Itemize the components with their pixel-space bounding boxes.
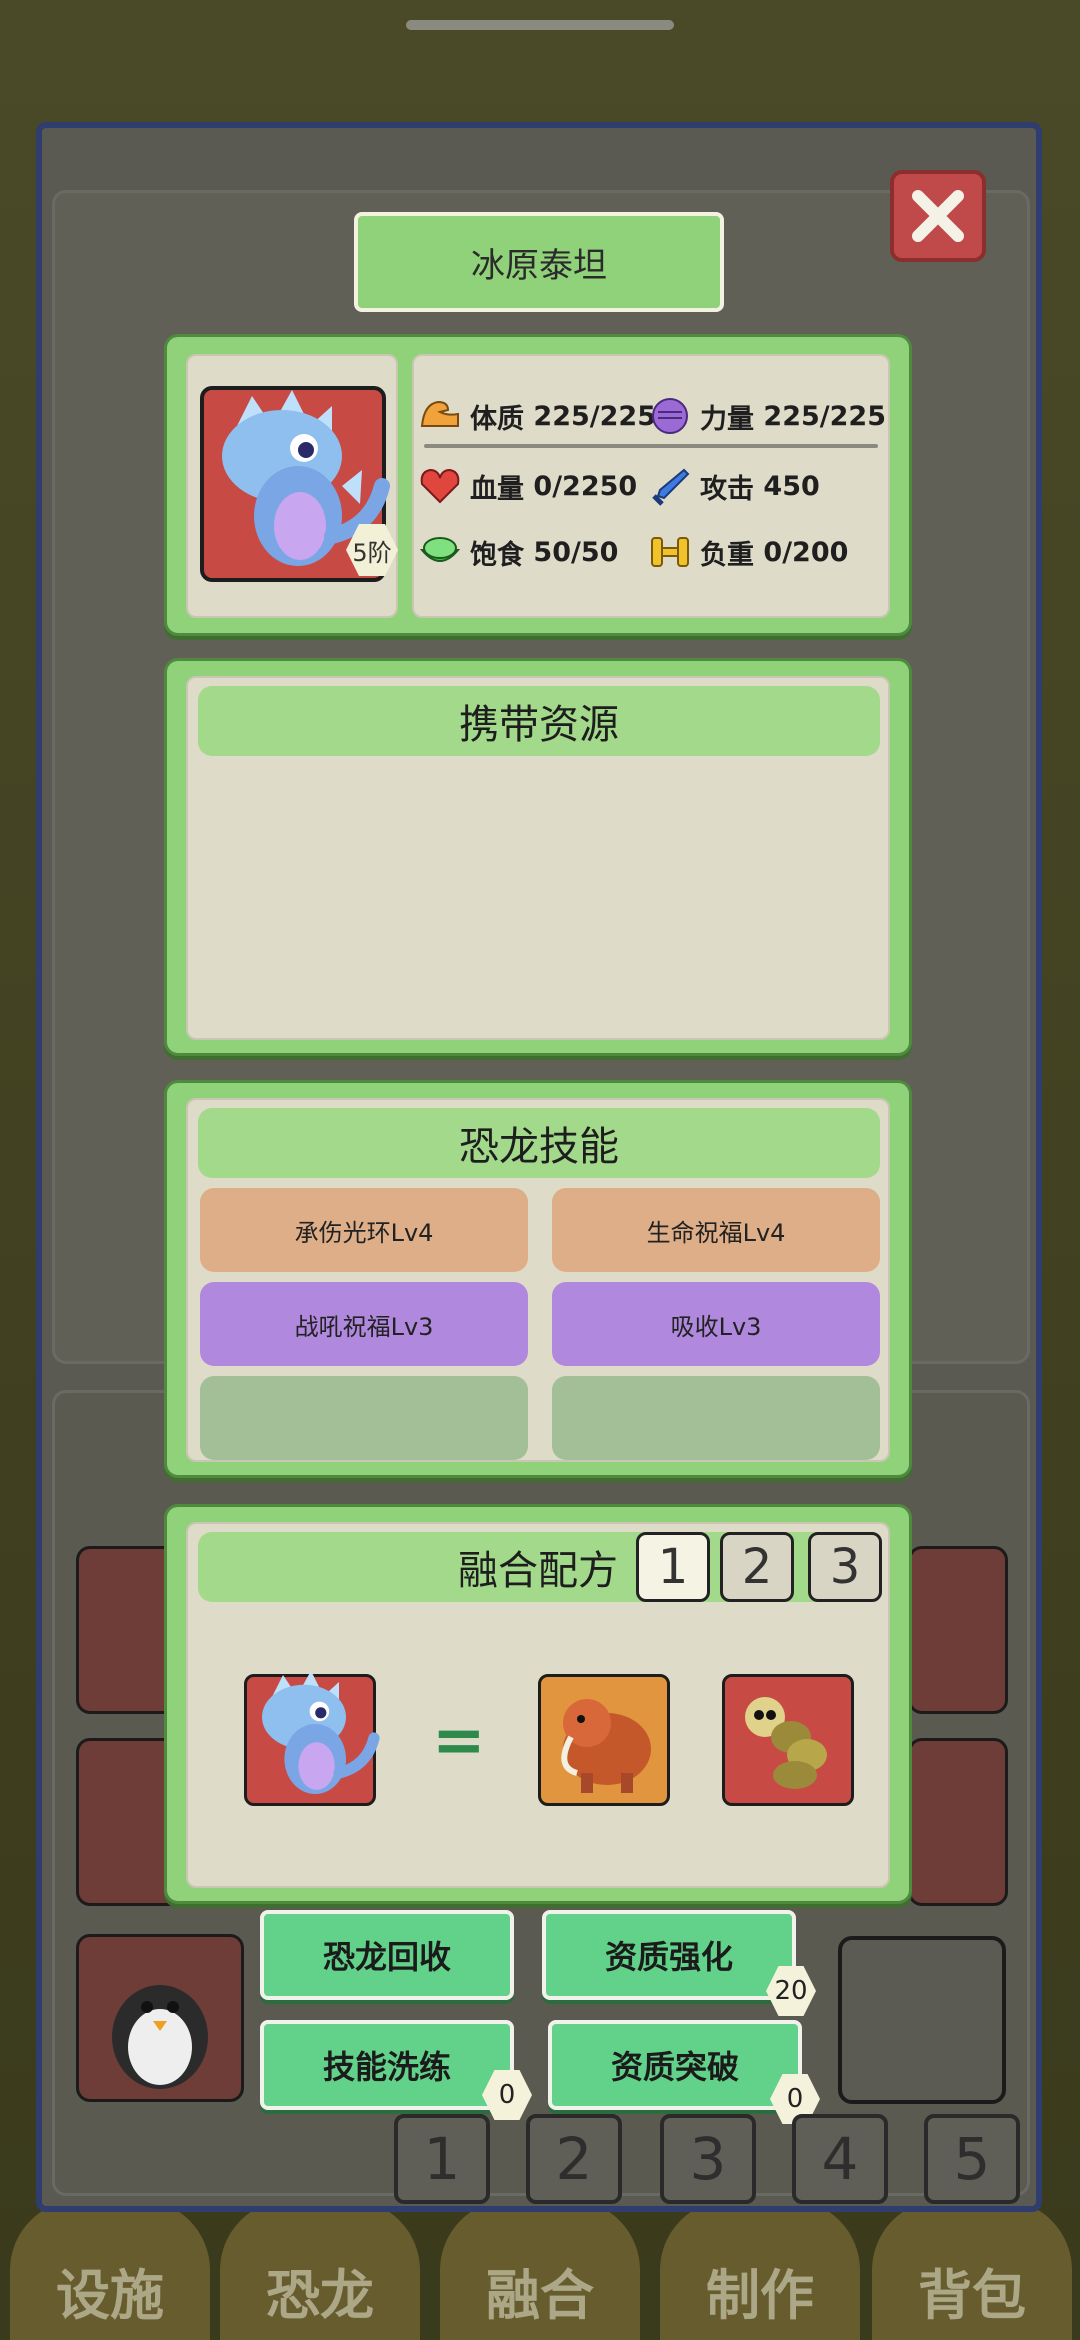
skills-header: 恐龙技能	[198, 1108, 880, 1178]
nav-facilities-label: 设施	[56, 2264, 164, 2327]
ice-dino-icon	[262, 1670, 380, 1794]
resources-title: 携带资源	[459, 702, 619, 748]
bg-dino-card[interactable]	[76, 1934, 244, 2102]
stat-load: 负重 0/200	[648, 532, 848, 572]
skill-slot-empty[interactable]	[552, 1376, 880, 1460]
constitution-value: 225/225	[533, 400, 656, 432]
recipe-tab-1[interactable]: 1	[636, 1532, 710, 1602]
equals-sign: =	[432, 1704, 486, 1778]
stat-strength: 力量 225/225	[648, 396, 886, 436]
aptitude-breakthrough-button[interactable]: 资质突破	[548, 2020, 802, 2110]
nav-dinosaur[interactable]: 恐龙	[220, 2200, 420, 2340]
skill-slot-empty[interactable]	[200, 1376, 528, 1460]
dino-recycle-button[interactable]: 恐龙回收	[260, 1910, 514, 2000]
hp-value: 0/2250	[533, 470, 638, 502]
recipe-tab-2[interactable]: 2	[720, 1532, 794, 1602]
recipe-title: 融合配方	[458, 1548, 618, 1594]
dino-name-title: 冰原泰坦	[354, 212, 724, 312]
stat-attack: 攻击 450	[648, 466, 820, 506]
nav-craft[interactable]: 制作	[660, 2200, 860, 2340]
nav-facilities[interactable]: 设施	[10, 2200, 210, 2340]
page-2-label: 2	[555, 2125, 593, 2193]
nav-backpack-label: 背包	[918, 2264, 1026, 2327]
recipe-ingredient-card[interactable]	[722, 1674, 854, 1806]
attack-label: 攻击	[700, 473, 754, 505]
stat-hp: 血量 0/2250	[418, 466, 637, 506]
attack-value: 450	[763, 470, 820, 502]
penguin-icon	[112, 1985, 208, 2089]
mammoth-icon	[561, 1699, 651, 1793]
food-bowl-icon	[418, 532, 462, 572]
skill-3-label: 战吼祝福Lv3	[294, 1312, 434, 1341]
dumbbell-icon	[648, 532, 692, 572]
skill-slot-3[interactable]: 战吼祝福Lv3	[200, 1282, 528, 1366]
recipe-tab-3-label: 3	[829, 1539, 861, 1595]
strength-label: 力量	[700, 403, 754, 435]
recipe-result-card[interactable]	[244, 1670, 380, 1806]
sword-icon	[648, 466, 692, 506]
skill-1-label: 承伤光环Lv4	[294, 1218, 434, 1247]
enhance-count: 20	[774, 1976, 808, 2006]
recycle-label: 恐龙回收	[322, 1938, 451, 1976]
page-5-label: 5	[953, 2125, 991, 2193]
resources-header: 携带资源	[198, 686, 880, 756]
hp-label: 血量	[470, 473, 524, 505]
reroll-count: 0	[498, 2080, 516, 2110]
load-value: 0/200	[763, 536, 849, 568]
recipe-tab-2-label: 2	[741, 1539, 773, 1595]
tier-label: 5阶	[352, 538, 392, 567]
aptitude-enhance-button[interactable]: 资质强化	[542, 1910, 796, 2000]
sheet-handle[interactable]	[406, 20, 674, 30]
nav-fusion[interactable]: 融合	[440, 2200, 640, 2340]
close-button[interactable]	[890, 170, 986, 262]
satiety-label: 饱食	[470, 539, 524, 571]
page-tab-5[interactable]: 5	[924, 2114, 1020, 2204]
stats-divider	[424, 444, 878, 448]
skill-slot-1[interactable]: 承伤光环Lv4	[200, 1188, 528, 1272]
nav-backpack[interactable]: 背包	[872, 2200, 1072, 2340]
reroll-label: 技能洗练	[322, 2048, 451, 2086]
constitution-label: 体质	[470, 403, 524, 435]
load-label: 负重	[700, 539, 754, 571]
nav-craft-label: 制作	[706, 2264, 814, 2327]
page-tab-4[interactable]: 4	[792, 2114, 888, 2204]
dino-name: 冰原泰坦	[471, 245, 607, 286]
bg-dino-card[interactable]	[908, 1546, 1008, 1714]
nav-dinosaur-label: 恐龙	[266, 2264, 374, 2327]
skill-reroll-button[interactable]: 技能洗练	[260, 2020, 514, 2110]
satiety-value: 50/50	[533, 536, 619, 568]
recipe-ingredient-card[interactable]	[538, 1674, 670, 1806]
skill-2-label: 生命祝福Lv4	[646, 1218, 786, 1247]
recipe-tab-3[interactable]: 3	[808, 1532, 882, 1602]
bg-dino-card[interactable]	[908, 1738, 1008, 1906]
skill-slot-4[interactable]: 吸收Lv3	[552, 1282, 880, 1366]
skill-slot-2[interactable]: 生命祝福Lv4	[552, 1188, 880, 1272]
page-tab-1[interactable]: 1	[394, 2114, 490, 2204]
empty-dino-slot[interactable]	[838, 1936, 1006, 2104]
strength-value: 225/225	[763, 400, 886, 432]
page-1-label: 1	[423, 2125, 461, 2193]
skills-title: 恐龙技能	[459, 1124, 619, 1170]
nav-fusion-label: 融合	[486, 2264, 594, 2327]
close-icon	[912, 190, 964, 242]
stat-satiety: 饱食 50/50	[418, 532, 618, 572]
page-tab-3[interactable]: 3	[660, 2114, 756, 2204]
breakthrough-count: 0	[786, 2084, 804, 2114]
fist-icon	[648, 396, 692, 436]
breakthrough-label: 资质突破	[610, 2048, 739, 2086]
skill-4-label: 吸收Lv3	[670, 1312, 762, 1341]
heart-icon	[418, 466, 462, 506]
muscle-arm-icon	[418, 396, 462, 436]
enhance-label: 资质强化	[604, 1938, 733, 1976]
page-4-label: 4	[821, 2125, 859, 2193]
page-3-label: 3	[689, 2125, 727, 2193]
page-tab-2[interactable]: 2	[526, 2114, 622, 2204]
stat-constitution: 体质 225/225	[418, 396, 656, 436]
centipede-icon	[745, 1697, 827, 1789]
recipe-tab-1-label: 1	[657, 1539, 689, 1595]
